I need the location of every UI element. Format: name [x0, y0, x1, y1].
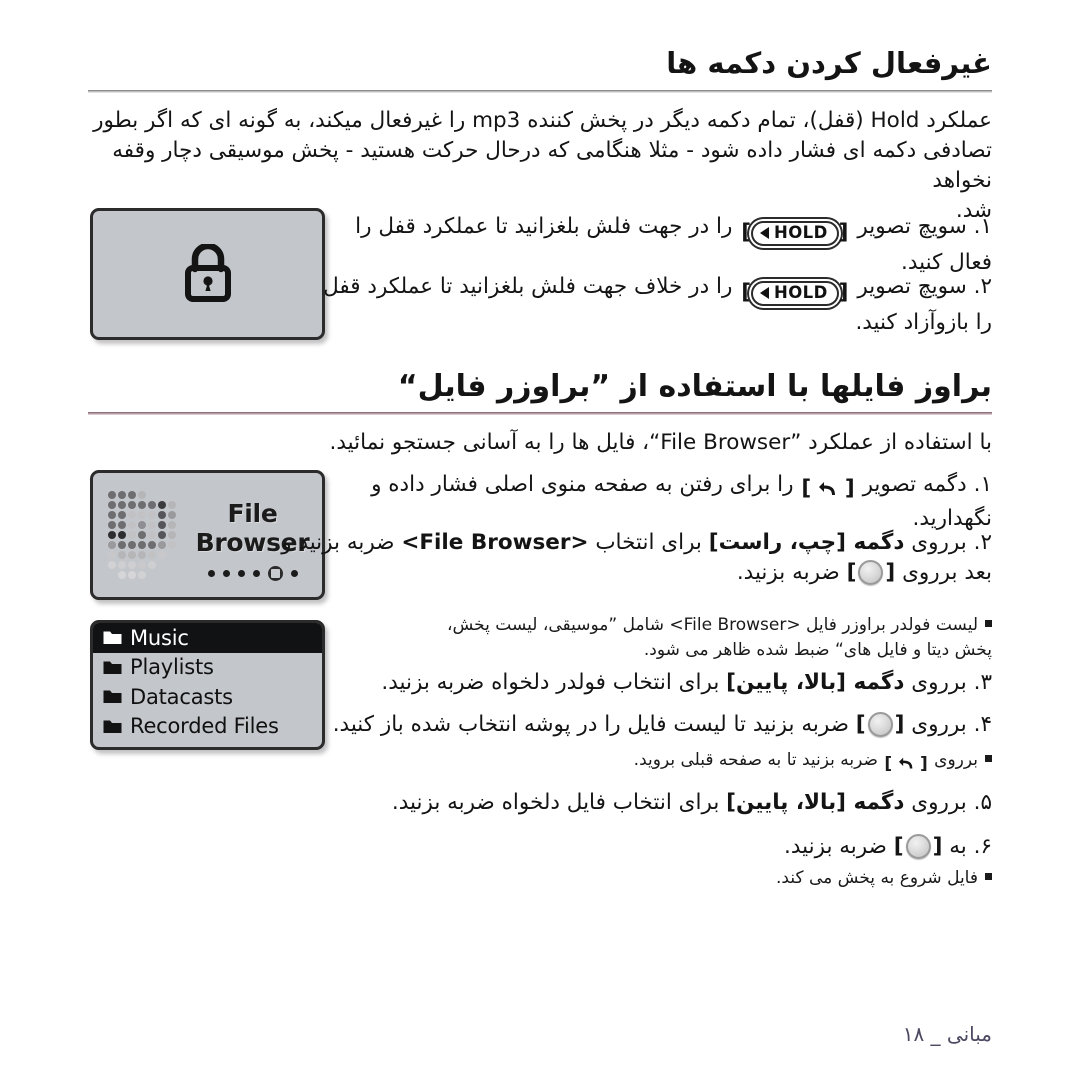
- browser-step-3: ۳. برروی دگمه [بالا، پایین] برای انتخاب …: [88, 668, 992, 698]
- select-circle-icon: [867, 712, 893, 737]
- lock-step-1-tail: را در جهت فلش بلغزانید تا عملکرد قفل را: [355, 214, 733, 239]
- browser-step-4: ۴. برروی [] ضربه بزنید تا لیست فایل را د…: [88, 710, 992, 740]
- browser-step-5: ۵. برروی دگمه [بالا، پایین] برای انتخاب …: [88, 788, 992, 818]
- browser-note-3-line1: فایل شروع به پخش می کند.: [776, 868, 978, 888]
- select-circle-icon: [905, 834, 931, 859]
- browser-step-3-number: ۳.: [973, 670, 992, 695]
- hold-key-label-2: HOLD: [774, 283, 828, 303]
- browser-step-2-mid: برای انتخاب: [595, 530, 702, 555]
- browser-step-2-line2-lead: بعد برروی: [902, 560, 992, 585]
- select-button-key: []: [846, 560, 896, 585]
- browser-step-4-tail: ضربه بزنید تا لیست فایل را در پوشه انتخا…: [332, 712, 849, 737]
- browser-step-1-tail: را برای رفتن به صفحه منوی اصلی فشار داده…: [371, 472, 794, 497]
- page-footer: مبانی _ ۱۸: [902, 1022, 992, 1046]
- heading-divider-mauve: [88, 412, 992, 415]
- browser-note-2-lead: برروی: [934, 750, 978, 770]
- select-circle-icon: [858, 560, 884, 585]
- browser-step-6: ۶. به [] ضربه بزنید.: [88, 832, 992, 862]
- browser-step-2-line2: بعد برروی [] ضربه بزنید.: [88, 558, 992, 588]
- browser-step-2-line2-tail: ضربه بزنید.: [736, 560, 840, 585]
- back-arrow-icon: [898, 757, 912, 769]
- browser-step-2-number: ۲.: [973, 530, 992, 555]
- browser-step-2-tail: ضربه بزنید و: [281, 530, 395, 555]
- lock-step-1: ۱. سویچ تصویر [HOLD] را در جهت فلش بلغزا…: [88, 212, 992, 278]
- browser-step-6-tail: ضربه بزنید.: [783, 834, 887, 859]
- triangle-left-icon-2: [760, 287, 770, 299]
- manual-page: غیرفعال کردن دکمه ها عملکرد Hold (قفل)، …: [0, 0, 1080, 1080]
- select-button-key-6: []: [893, 834, 943, 859]
- browser-note-1-line1: لیست فولدر براوزر فایل <File Browser> شا…: [447, 615, 978, 635]
- browser-step-5-number: ۵.: [973, 790, 992, 815]
- browser-step-2-bold: دگمه [چپ، راست]: [708, 530, 905, 555]
- browser-step-2-target: <File Browser>: [401, 530, 589, 555]
- browser-step-1-lead: دگمه تصویر: [862, 472, 967, 497]
- browser-note-1: لیست فولدر براوزر فایل <File Browser> شا…: [88, 613, 992, 663]
- browser-step-6-lead: به: [949, 834, 967, 859]
- browser-step-2-lead: برروی: [911, 530, 967, 555]
- browser-step-3-tail: برای انتخاب فولدر دلخواه ضربه بزنید.: [381, 670, 720, 695]
- hold-switch-key: [HOLD]: [741, 220, 849, 246]
- browser-step-6-number: ۶.: [973, 834, 992, 859]
- file-browser-intro: با استفاده از عملکرد ”File Browser“، فای…: [329, 430, 992, 455]
- triangle-left-icon: [760, 227, 770, 239]
- browser-step-4-lead: برروی: [911, 712, 967, 737]
- back-button-key: [ ]: [801, 476, 855, 501]
- intro-line-1: عملکرد Hold (قفل)، تمام دکمه دیگر در پخش…: [93, 108, 992, 133]
- bullet-square: [985, 755, 992, 762]
- browser-step-2: ۲. برروی دگمه [چپ، راست] برای انتخاب <Fi…: [88, 528, 992, 588]
- lock-step-2-number: ۲.: [973, 274, 992, 299]
- select-button-key-4: []: [855, 712, 905, 737]
- lock-step-2-tail: را در خلاف جهت فلش بلغزانید تا عملکرد قف…: [323, 274, 733, 299]
- browser-note-2-tail: ضربه بزنید تا به صفحه قبلی بروید.: [633, 750, 878, 770]
- hold-switch-key-2: [HOLD]: [741, 280, 849, 306]
- browser-step-4-number: ۴.: [973, 712, 992, 737]
- browser-step-5-bold: دگمه [بالا، پایین]: [726, 790, 905, 815]
- lock-step-1-number: ۱.: [973, 214, 992, 239]
- browser-step-3-bold: دگمه [بالا، پایین]: [726, 670, 905, 695]
- browser-step-1: ۱. دگمه تصویر [ ] را برای رفتن به صفحه م…: [88, 470, 992, 534]
- lock-step-2-line2: را بازوآزاد کنید.: [855, 310, 992, 335]
- browser-step-5-tail: برای انتخاب فایل دلخواه ضربه بزنید.: [391, 790, 720, 815]
- bullet-square: [985, 620, 992, 627]
- browser-step-3-lead: برروی: [911, 670, 967, 695]
- heading-divider-grey: [88, 90, 992, 93]
- lock-step-2-lead: سویچ تصویر: [857, 274, 967, 299]
- lock-step-2: ۲. سویچ تصویر [HOLD] را در خلاف جهت فلش …: [88, 272, 992, 338]
- browser-note-2: برروی [ ] ضربه بزنید تا به صفحه قبلی برو…: [88, 748, 992, 777]
- section-heading-disable-buttons: غیرفعال کردن دکمه ها: [666, 46, 992, 80]
- intro-line-2: تصادفی دکمه ای فشار داده شود - مثلا هنگا…: [112, 138, 992, 193]
- browser-note-1-line2: پخش دیتا و فایل های“ ضبط شده ظاهر می شود…: [643, 640, 992, 660]
- browser-step-5-lead: برروی: [911, 790, 967, 815]
- browser-step-1-number: ۱.: [973, 472, 992, 497]
- hold-key-label: HOLD: [774, 223, 828, 243]
- lock-step-1-lead: سویچ تصویر: [857, 214, 967, 239]
- section-heading-file-browser: براوز فایلها با استفاده از ”براوزر فایل“: [397, 369, 992, 404]
- back-arrow-icon: [819, 482, 836, 495]
- back-button-key-note: [ ]: [884, 754, 928, 774]
- bullet-square: [985, 873, 992, 880]
- browser-note-3: فایل شروع به پخش می کند.: [88, 866, 992, 891]
